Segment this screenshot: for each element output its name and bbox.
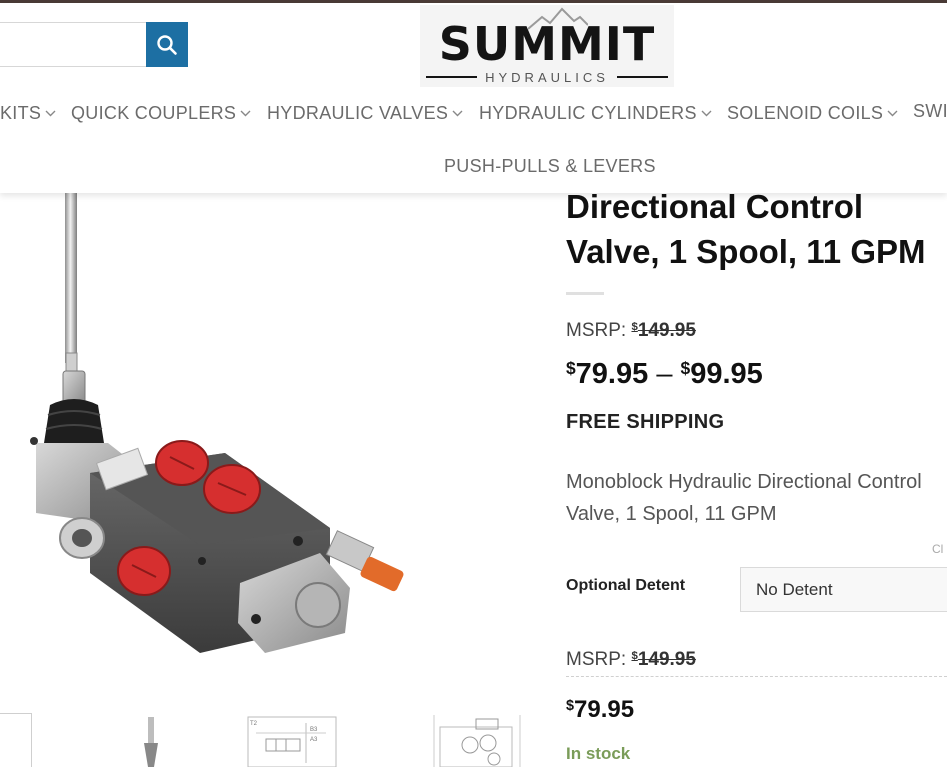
nav-item-push-pulls-levers[interactable]: PUSH-PULLS & LEVERS [444,154,656,178]
site-header: SUMMIT HYDRAULICS KITS QUICK COUPLERS HY… [0,3,947,193]
price-range: $79.95 – $99.95 [566,358,763,390]
product-image[interactable] [0,193,530,708]
svg-text:A3: A3 [310,737,318,743]
thumbnail-main[interactable] [0,713,32,767]
optional-detent-label: Optional Detent [566,577,686,594]
nav-item-quick-couplers[interactable]: QUICK COUPLERS [71,99,251,125]
variation-price: $79.95 [566,696,635,723]
svg-text:T2: T2 [250,721,258,727]
search-input[interactable] [0,22,146,67]
nav-item-solenoid-coils[interactable]: SOLENOID COILS [727,99,898,125]
search-button[interactable] [146,22,188,67]
chevron-down-icon [887,99,898,123]
nav-item-hydraulic-valves[interactable]: HYDRAULIC VALVES [267,99,463,125]
free-shipping-label: FREE SHIPPING [566,411,725,433]
chevron-down-icon [452,99,463,123]
logo-word: SUMMIT [438,17,656,71]
product-title: Directional Control Valve, 1 Spool, 11 G… [566,188,926,270]
thumbnail-lever[interactable] [140,713,162,767]
thumbnail-diagram-2[interactable] [430,713,526,767]
divider [566,676,947,677]
logo-subtitle: HYDRAULICS [485,69,609,85]
msrp-price: MSRP: $149.95 [566,320,696,341]
svg-text:B3: B3 [310,727,318,733]
chevron-down-icon [45,99,56,123]
nav-item-hydraulic-cylinders[interactable]: HYDRAULIC CYLINDERS [479,99,712,125]
chevron-down-icon [701,99,712,123]
product-short-description: Monoblock Hydraulic Directional Control … [566,471,922,525]
optional-detent-select[interactable]: No Detent [740,567,947,612]
search-icon [157,34,177,55]
variation-msrp-price: MSRP: $149.95 [566,649,696,670]
nav-item-kits[interactable]: KITS [0,99,56,125]
title-divider [566,292,604,295]
chevron-down-icon [240,99,251,123]
nav-item-switches[interactable]: SWI [913,99,947,123]
thumbnail-diagram-1[interactable]: T2 B3 A3 [246,713,338,767]
stock-status: In stock [566,744,631,763]
main-nav: KITS QUICK COUPLERS HYDRAULIC VALVES HYD… [0,99,947,129]
clear-selection-link[interactable]: Cl [932,542,943,556]
site-logo[interactable]: SUMMIT HYDRAULICS [420,5,674,87]
